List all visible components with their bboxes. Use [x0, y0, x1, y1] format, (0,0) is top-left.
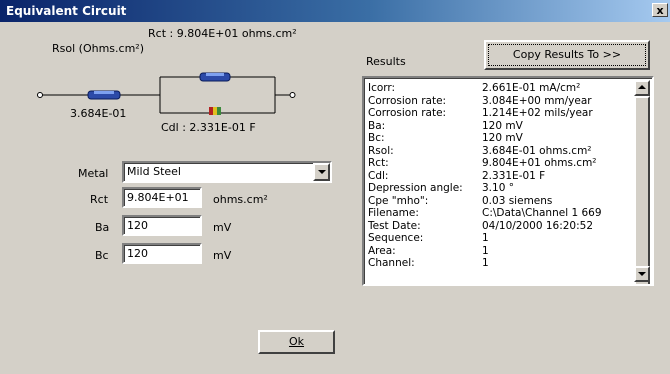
- result-value: 1.214E+02 mils/year: [482, 107, 593, 119]
- cdl-capacitor-icon: [209, 107, 221, 115]
- result-value: 9.804E+01 ohms.cm²: [482, 157, 597, 169]
- result-key: Corrosion rate:: [368, 107, 447, 119]
- ok-button[interactable]: Ok: [258, 330, 335, 354]
- equivalent-circuit-dialog: Equivalent Circuit x Rct : 9.804E+01 ohm…: [0, 0, 670, 374]
- result-value: 1: [482, 257, 489, 269]
- result-value: 3.684E-01 ohms.cm²: [482, 144, 592, 157]
- ba-unit: mV: [213, 221, 232, 234]
- result-value: 1: [482, 232, 489, 244]
- title-bar[interactable]: Equivalent Circuit x: [0, 0, 670, 22]
- result-key: Channel:: [368, 257, 415, 269]
- result-key: Bc:: [368, 132, 385, 144]
- scroll-down-icon[interactable]: [634, 266, 650, 282]
- result-value: 2.331E-01 F: [482, 169, 546, 182]
- chevron-down-icon[interactable]: [313, 163, 330, 181]
- ba-input[interactable]: 120: [122, 215, 202, 236]
- circuit-diagram: [37, 72, 296, 115]
- result-key: Rsol:: [368, 144, 394, 157]
- copy-results-button[interactable]: Copy Results To >>: [484, 40, 650, 70]
- result-key: Area:: [368, 244, 396, 257]
- window-title: Equivalent Circuit: [6, 4, 127, 18]
- results-label: Results: [366, 55, 406, 68]
- close-button[interactable]: x: [652, 3, 668, 17]
- result-value: 0.03 siemens: [482, 194, 553, 207]
- results-scrollbar[interactable]: [634, 80, 650, 284]
- result-key: Test Date:: [368, 219, 421, 232]
- rct-label: Rct: [90, 193, 109, 206]
- result-value: 120 mV: [482, 119, 523, 132]
- metal-select-value: Mild Steel: [127, 165, 181, 178]
- bc-input[interactable]: 120: [122, 243, 202, 264]
- rsol-resistor-icon: [87, 90, 121, 100]
- ba-label: Ba: [95, 221, 110, 234]
- bc-label: Bc: [95, 249, 109, 262]
- metal-select[interactable]: Mild Steel: [122, 161, 332, 183]
- result-key: Corrosion rate:: [368, 94, 447, 107]
- result-value: 3.10 °: [482, 182, 514, 194]
- metal-label: Metal: [78, 167, 109, 180]
- right-terminal: [289, 92, 296, 98]
- result-value: C:\Data\Channel 1 669: [482, 207, 602, 219]
- left-terminal: [37, 92, 43, 98]
- result-key: Depression angle:: [368, 182, 463, 194]
- result-key: Rct:: [368, 157, 389, 169]
- rct-input[interactable]: 9.804E+01: [122, 187, 202, 208]
- result-value: 120 mV: [482, 132, 523, 144]
- rsol-circuit-value: 3.684E-01: [70, 107, 127, 120]
- result-value: 04/10/2000 16:20:52: [482, 219, 594, 232]
- scroll-up-icon[interactable]: [634, 80, 650, 96]
- cdl-circuit-label: Cdl : 2.331E-01 F: [161, 121, 256, 134]
- rsol-circuit-label: Rsol (Ohms.cm²): [52, 42, 144, 55]
- bc-unit: mV: [213, 249, 232, 262]
- rct-resistor-icon: [199, 72, 231, 82]
- scroll-thumb[interactable]: [634, 96, 650, 284]
- result-key: Cpe "mho":: [368, 194, 429, 207]
- rct-unit: ohms.cm²: [213, 193, 268, 206]
- result-key: Ba:: [368, 119, 386, 132]
- result-key: Cdl:: [368, 169, 389, 182]
- result-value: 2.661E-01 mA/cm²: [482, 82, 581, 94]
- result-value: 3.084E+00 mm/year: [482, 94, 592, 107]
- result-value: 1: [482, 244, 489, 257]
- results-list[interactable]: Icorr: 2.661E-01 mA/cm² Corrosion rate: 3.0…: [362, 76, 654, 286]
- result-key: Filename:: [368, 207, 419, 219]
- result-key: Icorr:: [368, 82, 396, 94]
- result-key: Sequence:: [368, 232, 424, 244]
- rct-circuit-label: Rct : 9.804E+01 ohms.cm²: [148, 27, 297, 40]
